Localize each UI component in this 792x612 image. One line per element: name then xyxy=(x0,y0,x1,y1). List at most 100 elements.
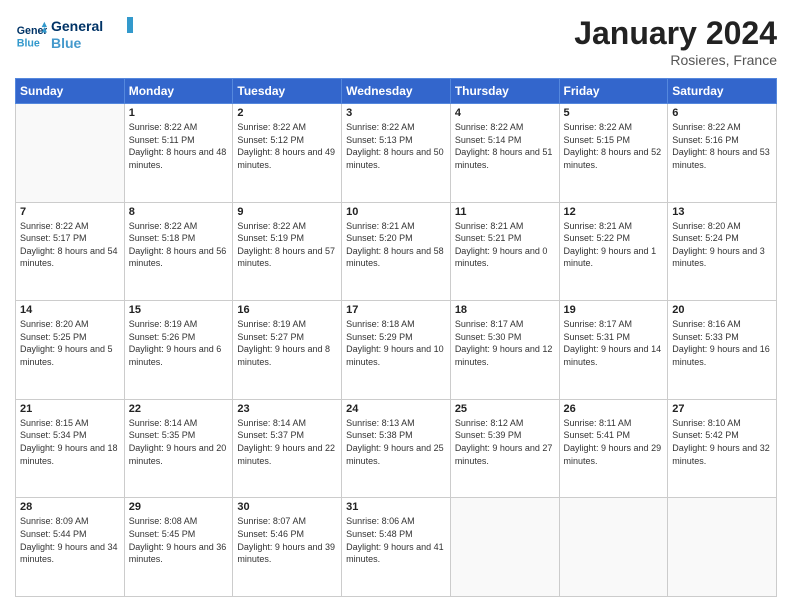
day-number: 25 xyxy=(455,403,555,415)
day-number: 11 xyxy=(455,206,555,218)
day-info: Sunrise: 8:22 AMSunset: 5:13 PMDaylight:… xyxy=(346,121,446,171)
svg-text:Blue: Blue xyxy=(17,38,40,50)
day-number: 17 xyxy=(346,304,446,316)
day-number: 4 xyxy=(455,107,555,119)
day-number: 22 xyxy=(129,403,229,415)
day-number: 7 xyxy=(20,206,120,218)
day-cell-4-5 xyxy=(559,498,668,597)
day-number: 3 xyxy=(346,107,446,119)
day-info: Sunrise: 8:15 AMSunset: 5:34 PMDaylight:… xyxy=(20,417,120,467)
day-cell-0-0 xyxy=(16,104,125,203)
day-number: 15 xyxy=(129,304,229,316)
day-cell-4-0: 28 Sunrise: 8:09 AMSunset: 5:44 PMDayligh… xyxy=(16,498,125,597)
day-info: Sunrise: 8:22 AMSunset: 5:18 PMDaylight:… xyxy=(129,220,229,270)
calendar-header: Sunday Monday Tuesday Wednesday Thursday… xyxy=(16,79,777,104)
week-row-5: 28 Sunrise: 8:09 AMSunset: 5:44 PMDayligh… xyxy=(16,498,777,597)
day-cell-1-3: 10Sunrise: 8:21 AMSunset: 5:20 PMDayligh… xyxy=(342,202,451,301)
day-cell-1-6: 13Sunrise: 8:20 AMSunset: 5:24 PMDayligh… xyxy=(668,202,777,301)
day-cell-1-1: 8Sunrise: 8:22 AMSunset: 5:18 PMDaylight… xyxy=(124,202,233,301)
day-number: 21 xyxy=(20,403,120,415)
day-cell-0-2: 2 Sunrise: 8:22 AMSunset: 5:12 PMDaylight… xyxy=(233,104,342,203)
week-row-4: 21 Sunrise: 8:15 AMSunset: 5:34 PMDayligh… xyxy=(16,399,777,498)
day-number: 29 xyxy=(129,501,229,513)
title-area: January 2024 Rosieres, France xyxy=(574,15,777,68)
week-row-2: 7Sunrise: 8:22 AMSunset: 5:17 PMDaylight… xyxy=(16,202,777,301)
header: General Blue General Blue January 2024 R… xyxy=(15,15,777,68)
week-row-1: 1 Sunrise: 8:22 AMSunset: 5:11 PMDaylight… xyxy=(16,104,777,203)
day-info: Sunrise: 8:22 AMSunset: 5:12 PMDaylight:… xyxy=(237,121,337,171)
day-number: 10 xyxy=(346,206,446,218)
day-number: 28 xyxy=(20,501,120,513)
col-friday: Friday xyxy=(559,79,668,104)
day-info: Sunrise: 8:17 AMSunset: 5:31 PMDaylight:… xyxy=(564,318,664,368)
days-row: Sunday Monday Tuesday Wednesday Thursday… xyxy=(16,79,777,104)
day-number: 19 xyxy=(564,304,664,316)
day-number: 24 xyxy=(346,403,446,415)
day-cell-3-6: 27 Sunrise: 8:10 AMSunset: 5:42 PMDayligh… xyxy=(668,399,777,498)
day-number: 14 xyxy=(20,304,120,316)
svg-text:General: General xyxy=(51,18,103,34)
day-cell-3-3: 24 Sunrise: 8:13 AMSunset: 5:38 PMDayligh… xyxy=(342,399,451,498)
day-number: 20 xyxy=(672,304,772,316)
day-cell-2-3: 17Sunrise: 8:18 AMSunset: 5:29 PMDayligh… xyxy=(342,301,451,400)
day-info: Sunrise: 8:17 AMSunset: 5:30 PMDaylight:… xyxy=(455,318,555,368)
day-cell-4-1: 29 Sunrise: 8:08 AMSunset: 5:45 PMDayligh… xyxy=(124,498,233,597)
day-number: 6 xyxy=(672,107,772,119)
week-row-3: 14 Sunrise: 8:20 AMSunset: 5:25 PMDayligh… xyxy=(16,301,777,400)
svg-text:Blue: Blue xyxy=(51,35,82,51)
day-info: Sunrise: 8:10 AMSunset: 5:42 PMDaylight:… xyxy=(672,417,772,467)
day-number: 12 xyxy=(564,206,664,218)
day-info: Sunrise: 8:22 AMSunset: 5:11 PMDaylight:… xyxy=(129,121,229,171)
day-number: 27 xyxy=(672,403,772,415)
day-info: Sunrise: 8:13 AMSunset: 5:38 PMDaylight:… xyxy=(346,417,446,467)
day-cell-4-4 xyxy=(450,498,559,597)
day-info: Sunrise: 8:22 AMSunset: 5:16 PMDaylight:… xyxy=(672,121,772,171)
day-info: Sunrise: 8:08 AMSunset: 5:45 PMDaylight:… xyxy=(129,515,229,565)
day-info: Sunrise: 8:19 AMSunset: 5:26 PMDaylight:… xyxy=(129,318,229,368)
day-cell-1-0: 7Sunrise: 8:22 AMSunset: 5:17 PMDaylight… xyxy=(16,202,125,301)
col-sunday: Sunday xyxy=(16,79,125,104)
day-number: 2 xyxy=(237,107,337,119)
day-info: Sunrise: 8:20 AMSunset: 5:25 PMDaylight:… xyxy=(20,318,120,368)
day-info: Sunrise: 8:09 AMSunset: 5:44 PMDaylight:… xyxy=(20,515,120,565)
calendar-body: 1 Sunrise: 8:22 AMSunset: 5:11 PMDaylight… xyxy=(16,104,777,597)
day-number: 9 xyxy=(237,206,337,218)
day-info: Sunrise: 8:16 AMSunset: 5:33 PMDaylight:… xyxy=(672,318,772,368)
day-cell-0-3: 3 Sunrise: 8:22 AMSunset: 5:13 PMDaylight… xyxy=(342,104,451,203)
day-cell-4-2: 30Sunrise: 8:07 AMSunset: 5:46 PMDayligh… xyxy=(233,498,342,597)
day-info: Sunrise: 8:21 AMSunset: 5:21 PMDaylight:… xyxy=(455,220,555,270)
logo: General Blue General Blue xyxy=(15,15,141,58)
day-number: 1 xyxy=(129,107,229,119)
day-cell-3-2: 23 Sunrise: 8:14 AMSunset: 5:37 PMDayligh… xyxy=(233,399,342,498)
day-cell-2-2: 16Sunrise: 8:19 AMSunset: 5:27 PMDayligh… xyxy=(233,301,342,400)
day-cell-0-4: 4 Sunrise: 8:22 AMSunset: 5:14 PMDaylight… xyxy=(450,104,559,203)
day-number: 5 xyxy=(564,107,664,119)
day-info: Sunrise: 8:11 AMSunset: 5:41 PMDaylight:… xyxy=(564,417,664,467)
day-info: Sunrise: 8:07 AMSunset: 5:46 PMDaylight:… xyxy=(237,515,337,565)
col-tuesday: Tuesday xyxy=(233,79,342,104)
day-number: 31 xyxy=(346,501,446,513)
day-cell-1-5: 12 Sunrise: 8:21 AMSunset: 5:22 PMDayligh… xyxy=(559,202,668,301)
day-info: Sunrise: 8:22 AMSunset: 5:19 PMDaylight:… xyxy=(237,220,337,270)
day-cell-4-3: 31Sunrise: 8:06 AMSunset: 5:48 PMDayligh… xyxy=(342,498,451,597)
day-cell-2-4: 18Sunrise: 8:17 AMSunset: 5:30 PMDayligh… xyxy=(450,301,559,400)
day-number: 23 xyxy=(237,403,337,415)
day-cell-2-0: 14 Sunrise: 8:20 AMSunset: 5:25 PMDayligh… xyxy=(16,301,125,400)
day-cell-3-0: 21 Sunrise: 8:15 AMSunset: 5:34 PMDayligh… xyxy=(16,399,125,498)
col-monday: Monday xyxy=(124,79,233,104)
day-info: Sunrise: 8:21 AMSunset: 5:22 PMDaylight:… xyxy=(564,220,664,270)
day-info: Sunrise: 8:22 AMSunset: 5:14 PMDaylight:… xyxy=(455,121,555,171)
location: Rosieres, France xyxy=(574,52,777,68)
day-info: Sunrise: 8:14 AMSunset: 5:37 PMDaylight:… xyxy=(237,417,337,467)
col-thursday: Thursday xyxy=(450,79,559,104)
day-cell-3-4: 25 Sunrise: 8:12 AMSunset: 5:39 PMDayligh… xyxy=(450,399,559,498)
month-title: January 2024 xyxy=(574,15,777,52)
day-cell-0-6: 6 Sunrise: 8:22 AMSunset: 5:16 PMDaylight… xyxy=(668,104,777,203)
logo-icon: General Blue xyxy=(15,20,47,52)
day-info: Sunrise: 8:22 AMSunset: 5:15 PMDaylight:… xyxy=(564,121,664,171)
day-info: Sunrise: 8:14 AMSunset: 5:35 PMDaylight:… xyxy=(129,417,229,467)
day-info: Sunrise: 8:12 AMSunset: 5:39 PMDaylight:… xyxy=(455,417,555,467)
day-cell-4-6 xyxy=(668,498,777,597)
day-cell-3-1: 22 Sunrise: 8:14 AMSunset: 5:35 PMDayligh… xyxy=(124,399,233,498)
day-cell-1-4: 11 Sunrise: 8:21 AMSunset: 5:21 PMDayligh… xyxy=(450,202,559,301)
